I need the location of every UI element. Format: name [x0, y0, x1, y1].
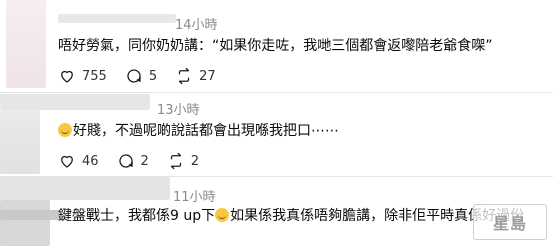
blurred-username: [0, 176, 170, 200]
comment-text: 好賤，不過呢啲說話都會出現喺我把口⋯⋯: [58, 122, 339, 140]
repost-count: 27: [199, 68, 216, 84]
watermark-text: 星島: [492, 214, 527, 233]
like-count: 755: [82, 68, 107, 84]
repost-button[interactable]: 2: [167, 152, 199, 170]
blurred-avatar: [6, 0, 46, 88]
watermark-logo: 星島: [473, 204, 547, 240]
blurred-username: [0, 210, 60, 220]
comment-actions: 46 2 2: [58, 152, 217, 170]
laughing-emoji-icon: [215, 208, 230, 222]
comment-text: 鍵盤戰士，我都係9 up下 如果係我真係唔夠膽講，除非佢平時真係好過份: [58, 207, 524, 225]
repost-icon: [170, 152, 181, 170]
comment-text-body: 好賤，不過呢啲說話都會出現喺我把口⋯⋯: [73, 123, 339, 139]
comment-icon: [127, 69, 141, 83]
comment-timestamp: 14小時: [175, 18, 218, 33]
reply-count: 2: [140, 153, 149, 169]
laughing-emoji-icon: [58, 123, 72, 137]
reply-button[interactable]: 2: [117, 152, 149, 170]
heart-icon: [61, 155, 73, 168]
blurred-username: [0, 94, 150, 110]
heart-icon: [61, 70, 73, 83]
comment-text-part: 鍵盤戰士，我都係9 up下: [58, 208, 216, 224]
reply-button[interactable]: 5: [125, 67, 157, 85]
like-button[interactable]: 755: [58, 67, 107, 85]
repost-icon: [178, 67, 190, 85]
divider: [0, 176, 553, 177]
blurred-username: [58, 14, 176, 23]
divider: [0, 92, 553, 93]
blurred-avatar: [0, 200, 50, 246]
repost-count: 2: [190, 153, 200, 169]
like-count: 46: [82, 153, 99, 169]
reply-count: 5: [148, 68, 158, 84]
blurred-avatar: [0, 110, 40, 174]
comment-text: 唔好勞氣，同你奶奶講：“如果你走咗，我哋三個都會返嚟陪老爺食㗎”: [58, 38, 493, 54]
like-button[interactable]: 46: [58, 152, 99, 170]
comment-icon: [118, 154, 133, 168]
repost-button[interactable]: 27: [175, 67, 216, 85]
comment-timestamp: 11小時: [173, 190, 216, 205]
comment-actions: 755 5 27: [58, 67, 234, 85]
comment-timestamp: 13小時: [157, 103, 200, 118]
